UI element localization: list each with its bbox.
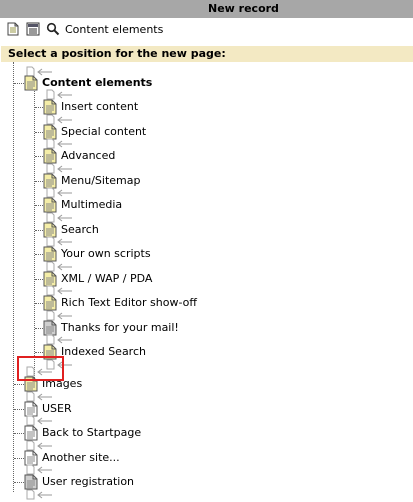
title-bar: New record <box>0 0 413 18</box>
tree-connector <box>14 384 24 385</box>
tree-item-label: Back to Startpage <box>42 426 142 439</box>
tree-connector <box>35 229 43 231</box>
tree-connector <box>35 352 43 353</box>
page-icon <box>24 75 38 91</box>
tree-connector <box>35 303 43 304</box>
tree-connector <box>14 408 24 410</box>
highlight-box <box>17 356 64 381</box>
page-icon[interactable] <box>6 22 20 36</box>
tree-connector <box>14 433 24 434</box>
tree-connector <box>35 180 43 182</box>
tree-item-label: Thanks for your mail! <box>61 320 179 334</box>
toolbar-label: Content elements <box>65 23 164 36</box>
insert-position-marker[interactable] <box>26 489 56 501</box>
position-header: Select a position for the new page: <box>1 46 413 62</box>
toolbar: Content elements <box>0 18 413 40</box>
tree-connector <box>14 457 24 459</box>
tree-connector <box>35 156 43 157</box>
tree-connector <box>35 131 43 133</box>
search-icon[interactable] <box>46 22 60 36</box>
tree-connector <box>35 205 43 206</box>
tree-line <box>13 62 14 492</box>
window-title: New record <box>208 2 279 15</box>
tree-connector <box>35 107 43 108</box>
page-tree: Content elements Insert content Special co… <box>0 62 413 502</box>
tree-item-label: Rich Text Editor show-off <box>61 296 197 309</box>
tree-connector <box>35 254 43 255</box>
tree-connector <box>14 482 24 483</box>
tree-connector <box>35 278 43 280</box>
tree-connector <box>14 83 24 84</box>
list-icon[interactable] <box>26 22 40 36</box>
tree-connector <box>35 327 43 329</box>
